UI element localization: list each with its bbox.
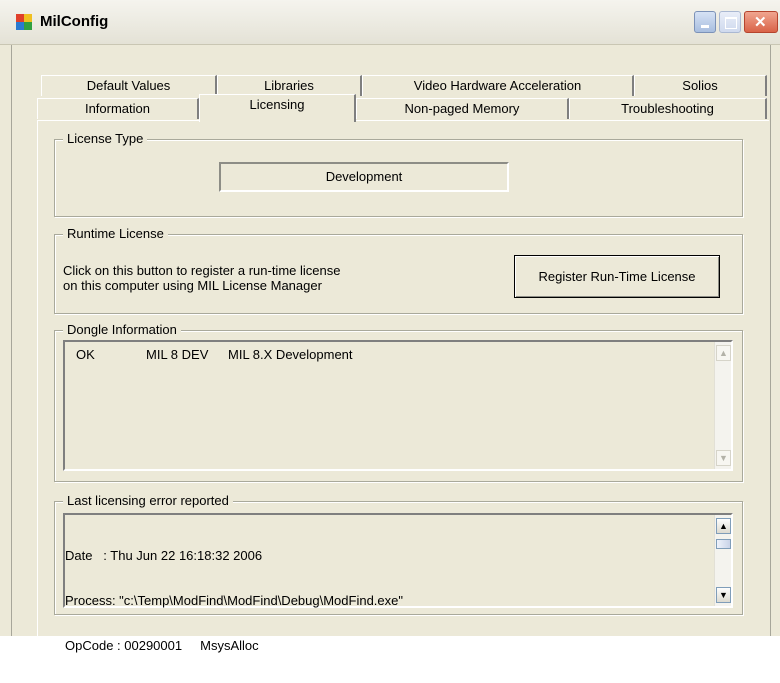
- scroll-up-icon[interactable]: ▲: [716, 345, 731, 361]
- runtime-license-legend: Runtime License: [63, 226, 168, 241]
- dongle-information-legend: Dongle Information: [63, 322, 181, 337]
- tab-licensing[interactable]: Licensing: [199, 94, 356, 122]
- last-error-text[interactable]: Date : Thu Jun 22 16:18:32 2006 Process:…: [63, 513, 733, 653]
- error-lines: Date : Thu Jun 22 16:18:32 2006 Process:…: [65, 518, 403, 683]
- tab-video-hardware-acceleration[interactable]: Video Hardware Acceleration: [362, 75, 634, 96]
- scroll-thumb[interactable]: [716, 539, 731, 549]
- tab-solios[interactable]: Solios: [634, 75, 767, 96]
- dongle-list[interactable]: OK MIL 8 DEV MIL 8.X Development ▲ ▼: [63, 340, 733, 471]
- hint-line-2: on this computer using MIL License Manag…: [63, 278, 322, 293]
- last-error-legend: Last licensing error reported: [63, 493, 233, 508]
- error-opcode-line: OpCode : 00290001 MsysAlloc: [65, 638, 259, 653]
- runtime-license-hint: Click on this button to register a run-t…: [63, 263, 340, 293]
- scroll-down-icon[interactable]: ▼: [716, 587, 731, 603]
- dongle-code: MIL 8 DEV: [146, 347, 209, 362]
- app-icon: [16, 14, 32, 30]
- tab-troubleshooting[interactable]: Troubleshooting: [569, 98, 767, 119]
- tab-information[interactable]: Information: [37, 98, 199, 119]
- dongle-scrollbar[interactable]: ▲ ▼: [714, 342, 731, 469]
- tab-libraries[interactable]: Libraries: [217, 75, 362, 96]
- list-item[interactable]: OK MIL 8 DEV MIL 8.X Development: [65, 347, 705, 363]
- dongle-description: MIL 8.X Development: [228, 347, 353, 362]
- license-type-value: Development: [219, 162, 509, 192]
- tab-non-paged-memory[interactable]: Non-paged Memory: [356, 98, 569, 119]
- error-process-line: Process: "c:\Temp\ModFind\ModFind\Debug\…: [65, 593, 403, 608]
- hint-line-1: Click on this button to register a run-t…: [63, 263, 341, 278]
- register-runtime-license-button[interactable]: Register Run-Time License: [514, 255, 720, 298]
- close-icon[interactable]: [744, 11, 778, 33]
- minimize-icon[interactable]: [694, 11, 716, 33]
- maximize-icon[interactable]: [719, 11, 741, 33]
- error-scrollbar[interactable]: ▲ ▼: [714, 515, 731, 606]
- title-bar[interactable]: MilConfig: [0, 0, 780, 45]
- license-type-legend: License Type: [63, 131, 148, 146]
- dongle-status: OK: [76, 347, 95, 362]
- tab-default-values[interactable]: Default Values: [41, 75, 217, 96]
- scroll-down-icon[interactable]: ▼: [716, 450, 731, 466]
- milconfig-window: MilConfig Default Values Libraries Video…: [0, 0, 780, 653]
- window-title: MilConfig: [40, 13, 109, 30]
- error-date-line: Date : Thu Jun 22 16:18:32 2006: [65, 548, 263, 563]
- scroll-up-icon[interactable]: ▲: [716, 518, 731, 534]
